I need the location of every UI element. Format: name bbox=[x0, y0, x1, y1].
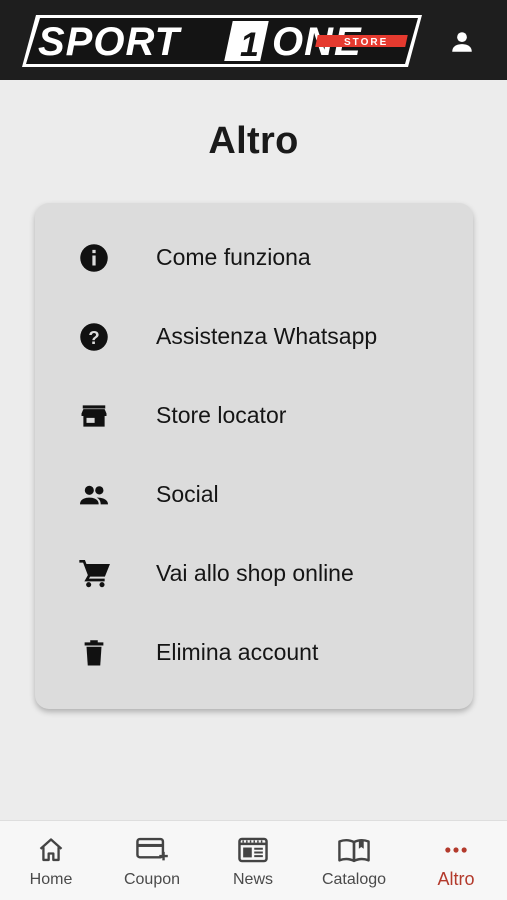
profile-button[interactable] bbox=[446, 26, 478, 58]
menu-item-label: Come funziona bbox=[156, 244, 311, 270]
nav-item-news[interactable]: News bbox=[212, 821, 294, 900]
help-icon: ? bbox=[78, 321, 110, 353]
menu-item-label: Assistenza Whatsapp bbox=[156, 323, 378, 349]
menu-item-label: Social bbox=[156, 481, 219, 507]
menu-item-come-funziona[interactable]: Come funziona bbox=[35, 218, 473, 297]
nav-label: Catalogo bbox=[321, 871, 387, 888]
page-title: Altro bbox=[208, 120, 299, 162]
trash-icon bbox=[78, 637, 110, 669]
store-icon bbox=[78, 400, 110, 432]
more-dots-icon bbox=[442, 835, 470, 865]
menu-item-label: Vai allo shop online bbox=[156, 560, 354, 586]
menu-item-vai-allo-shop-online[interactable]: Vai allo shop online bbox=[35, 534, 473, 613]
home-icon bbox=[37, 835, 65, 865]
sportone-logo: SPORT 1 ONE STORE bbox=[22, 15, 422, 67]
logo-store-text: STORE bbox=[344, 37, 388, 48]
menu-item-store-locator[interactable]: Store locator bbox=[35, 376, 473, 455]
bottom-navigation: Home Coupon News Catalogo Altro bbox=[0, 820, 507, 900]
top-app-bar: SPORT 1 ONE STORE bbox=[0, 0, 507, 80]
coupon-icon bbox=[135, 835, 169, 865]
svg-text:1: 1 bbox=[240, 26, 259, 64]
nav-label: News bbox=[232, 871, 273, 888]
menu-item-label: Elimina account bbox=[156, 639, 319, 665]
menu-item-assistenza-whatsapp[interactable]: ? Assistenza Whatsapp bbox=[35, 297, 473, 376]
menu-item-elimina-account[interactable]: Elimina account bbox=[35, 613, 473, 692]
nav-item-coupon[interactable]: Coupon bbox=[111, 821, 193, 900]
people-icon bbox=[78, 479, 110, 511]
news-icon bbox=[237, 835, 269, 865]
nav-item-catalogo[interactable]: Catalogo bbox=[313, 821, 395, 900]
menu-item-social[interactable]: Social bbox=[35, 455, 473, 534]
svg-text:?: ? bbox=[88, 326, 99, 347]
menu-item-label: Store locator bbox=[156, 402, 287, 428]
nav-label: Coupon bbox=[123, 871, 181, 888]
nav-label: Home bbox=[29, 871, 73, 888]
catalog-icon bbox=[337, 835, 371, 865]
person-icon bbox=[452, 32, 472, 52]
cart-icon bbox=[78, 558, 110, 590]
info-icon bbox=[78, 242, 110, 274]
nav-label-active: Altro bbox=[437, 869, 475, 889]
nav-item-altro[interactable]: Altro bbox=[415, 821, 497, 900]
nav-item-home[interactable]: Home bbox=[10, 821, 92, 900]
more-menu-card: Come funziona ? Assistenza Whatsapp Stor… bbox=[35, 203, 473, 709]
logo-sport-text: SPORT bbox=[38, 20, 183, 64]
